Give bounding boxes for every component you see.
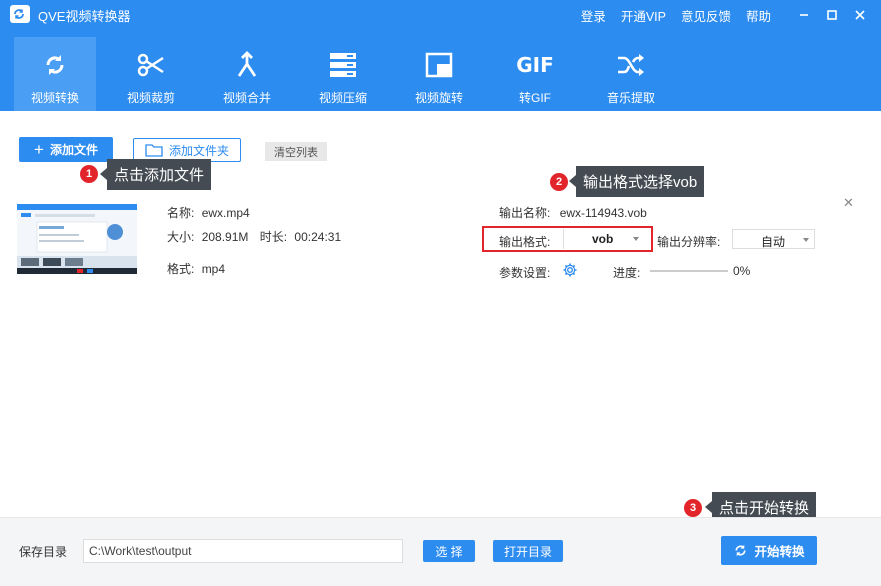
select-dir-button[interactable]: 选 择: [423, 540, 475, 562]
resolution-value: 自动: [761, 235, 786, 249]
app-logo-icon: [10, 5, 30, 23]
progress-value: 0%: [733, 264, 751, 278]
output-name-row: 输出名称: ewx-114943.vob: [499, 204, 647, 221]
output-format-label: 输出格式:: [499, 235, 551, 249]
video-thumbnail: [17, 204, 137, 274]
callout-badge-1: 1: [80, 165, 98, 183]
file-size-row: 大小: 208.91M 时长: 00:24:31: [167, 228, 341, 245]
progress-bar: [650, 270, 728, 272]
save-dir-label: 保存目录: [19, 545, 68, 559]
help-link[interactable]: 帮助: [746, 6, 771, 25]
add-file-label: 添加文件: [49, 143, 98, 157]
output-format-select[interactable]: vob: [563, 229, 648, 249]
app-title: QVE视频转换器: [38, 9, 131, 24]
tab-video-merge[interactable]: 视频合并: [206, 37, 288, 111]
scissors-icon: [134, 50, 168, 80]
main-toolbar: 视频转换 视频裁剪 视频合并 视频压缩 视频旋转 GIF 转GIF 音乐提取: [14, 37, 686, 111]
progress-label: 进度:: [613, 266, 641, 280]
tab-video-compress[interactable]: 视频压缩: [302, 37, 384, 111]
header: QVE视频转换器 登录 开通VIP 意见反馈 帮助 视频转换 视频裁剪 视频合并…: [0, 0, 881, 111]
chevron-down-icon: [633, 237, 639, 241]
file-duration-value: 00:24:31: [294, 230, 342, 244]
start-convert-button[interactable]: 开始转换: [721, 536, 817, 565]
clear-list-button[interactable]: 清空列表: [265, 142, 327, 161]
file-duration-label: 时长:: [259, 230, 288, 244]
folder-icon: [145, 144, 163, 157]
tab-video-rotate[interactable]: 视频旋转: [398, 37, 480, 111]
tab-label: 视频合并: [222, 91, 271, 105]
callout-tip-1: 点击添加文件: [99, 159, 212, 190]
app-window: QVE视频转换器 登录 开通VIP 意见反馈 帮助 视频转换 视频裁剪 视频合并…: [0, 0, 881, 586]
open-dir-button[interactable]: 打开目录: [493, 540, 563, 562]
compress-icon: [326, 50, 360, 80]
gif-icon-text: GIF: [516, 53, 554, 77]
merge-icon: [230, 50, 264, 80]
callout-tip-2: 输出格式选择vob: [568, 166, 705, 197]
tab-label: 视频压缩: [318, 91, 367, 105]
add-file-button[interactable]: + 添加文件: [19, 137, 113, 162]
tab-video-convert[interactable]: 视频转换: [14, 37, 96, 111]
title-bar: QVE视频转换器 登录 开通VIP 意见反馈 帮助: [0, 0, 881, 30]
minimize-icon[interactable]: [793, 4, 815, 26]
file-format-row: 格式: mp4: [167, 260, 225, 277]
top-links: 登录 开通VIP 意见反馈 帮助: [581, 6, 771, 25]
rotate-icon: [422, 50, 456, 80]
resolution-select[interactable]: 自动: [732, 229, 815, 249]
output-format-value: vob: [592, 232, 614, 246]
file-format-value: mp4: [201, 262, 226, 276]
vip-link[interactable]: 开通VIP: [621, 6, 666, 25]
params-label: 参数设置:: [499, 266, 551, 280]
maximize-icon[interactable]: [821, 4, 843, 26]
tab-label: 音乐提取: [606, 91, 655, 105]
tab-to-gif[interactable]: GIF 转GIF: [494, 37, 576, 111]
gear-icon[interactable]: [562, 262, 578, 278]
chevron-down-icon: [803, 238, 809, 242]
file-size-label: 大小:: [167, 230, 195, 244]
tab-music-extract[interactable]: 音乐提取: [590, 37, 672, 111]
file-name-value: ewx.mp4: [201, 206, 250, 220]
tab-label: 转GIF: [519, 91, 551, 105]
file-name-label: 名称:: [167, 206, 195, 220]
resolution-label: 输出分辨率:: [657, 235, 721, 249]
tab-label: 视频转换: [30, 91, 79, 105]
callout-badge-2: 2: [550, 173, 568, 191]
add-folder-label: 添加文件夹: [168, 143, 229, 158]
feedback-link[interactable]: 意见反馈: [681, 6, 731, 25]
plus-icon: +: [34, 140, 44, 159]
gif-icon: GIF: [516, 50, 554, 80]
tab-label: 视频裁剪: [126, 91, 175, 105]
window-controls: [793, 4, 871, 26]
shuffle-icon: [614, 50, 648, 80]
output-name-value: ewx-114943.vob: [559, 206, 647, 220]
sync-icon: [735, 544, 747, 557]
callout-badge-3: 3: [684, 499, 702, 517]
save-dir-input[interactable]: C:\Work\test\output: [83, 539, 403, 563]
file-format-label: 格式:: [167, 262, 195, 276]
login-link[interactable]: 登录: [581, 6, 606, 25]
tab-video-crop[interactable]: 视频裁剪: [110, 37, 192, 111]
file-size-value: 208.91M: [201, 230, 249, 244]
close-icon[interactable]: [849, 4, 871, 26]
remove-file-icon[interactable]: ✕: [843, 195, 855, 210]
tab-label: 视频旋转: [414, 91, 463, 105]
start-convert-label: 开始转换: [754, 545, 805, 559]
sync-icon: [38, 50, 72, 80]
file-name-row: 名称: ewx.mp4: [167, 204, 250, 221]
output-name-label: 输出名称:: [499, 206, 551, 220]
